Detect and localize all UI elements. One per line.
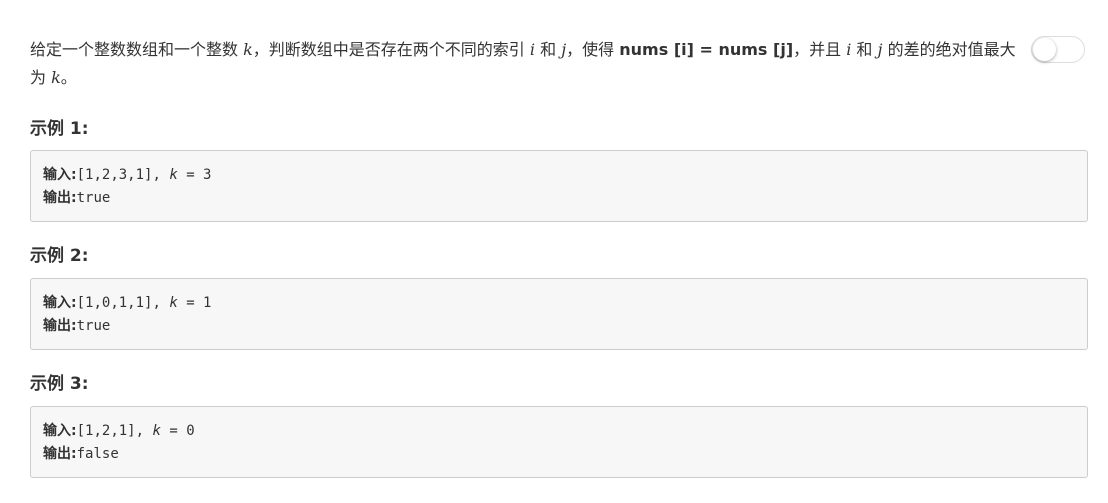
toggle-switch[interactable]: [1031, 36, 1085, 63]
condition-bold: nums [i] = nums [j]: [619, 40, 794, 59]
input-value: [1,0,1,1],: [76, 295, 170, 311]
example-2-box: 输入:[1,0,1,1], k = 1 输出:true: [30, 278, 1088, 350]
output-label: 输出:: [43, 318, 77, 334]
example-1-title: 示例 1:: [30, 119, 89, 139]
output-value: true: [76, 318, 111, 334]
desc-text: 和: [535, 40, 562, 59]
input-var-k: k: [152, 423, 161, 439]
input-var-k: k: [169, 167, 178, 183]
input-label: 输入:: [43, 423, 77, 439]
example-1-input-line: 输入:[1,2,3,1], k = 3: [43, 164, 1075, 187]
example-3-box: 输入:[1,2,1], k = 0 输出:false: [30, 406, 1088, 478]
input-value: [1,2,3,1],: [76, 167, 170, 183]
desc-text: 给定一个整数数组和一个整数: [30, 40, 244, 59]
example-3-input-line: 输入:[1,2,1], k = 0: [43, 420, 1075, 443]
output-value: true: [76, 190, 111, 206]
desc-text: 和: [851, 40, 878, 59]
desc-text: ，并且: [793, 40, 847, 59]
desc-text: ，使得: [566, 40, 620, 59]
example-1-output-line: 输出:true: [43, 187, 1075, 210]
output-label: 输出:: [43, 446, 77, 462]
input-label: 输入:: [43, 295, 77, 311]
input-var-k: k: [169, 295, 178, 311]
input-value: = 0: [160, 423, 195, 439]
output-label: 输出:: [43, 190, 77, 206]
example-2-input-line: 输入:[1,0,1,1], k = 1: [43, 292, 1075, 315]
var-k: k: [51, 68, 61, 87]
output-value: false: [76, 446, 119, 462]
example-3-output-line: 输出:false: [43, 443, 1075, 466]
desc-text: 。: [60, 68, 77, 87]
toggle-knob: [1033, 38, 1056, 61]
input-value: [1,2,1],: [76, 423, 153, 439]
input-value: = 1: [177, 295, 212, 311]
input-label: 输入:: [43, 167, 77, 183]
desc-text: ，判断数组中是否存在两个不同的索引: [252, 40, 530, 59]
problem-description: 给定一个整数数组和一个整数 k，判断数组中是否存在两个不同的索引 i 和 j，使…: [30, 36, 1030, 92]
problem-content: 给定一个整数数组和一个整数 k，判断数组中是否存在两个不同的索引 i 和 j，使…: [30, 36, 1088, 478]
example-1-box: 输入:[1,2,3,1], k = 3 输出:true: [30, 150, 1088, 222]
input-value: = 3: [177, 167, 212, 183]
example-2-output-line: 输出:true: [43, 315, 1075, 338]
example-2-title: 示例 2:: [30, 246, 89, 266]
example-3-title: 示例 3:: [30, 374, 89, 394]
var-k: k: [243, 40, 253, 59]
